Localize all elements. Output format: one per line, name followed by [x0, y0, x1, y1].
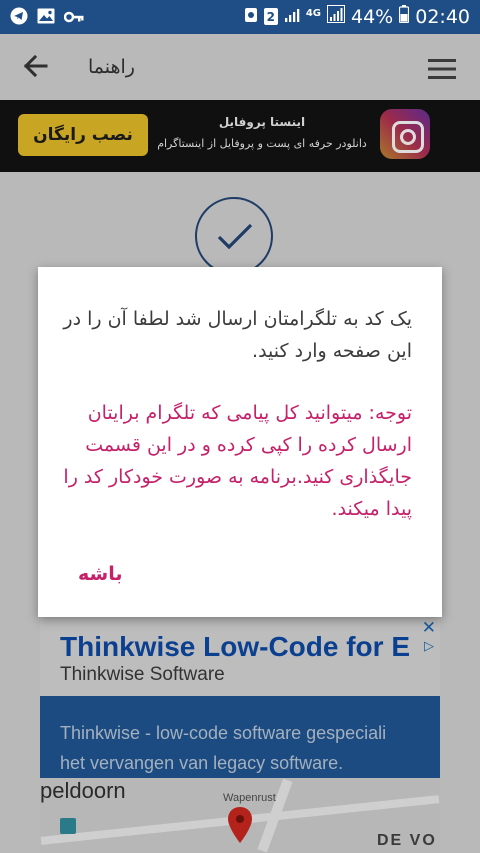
- telegram-icon: [10, 7, 28, 29]
- ad-description-line-1: Thinkwise - low-code software gespeciali: [60, 723, 387, 743]
- display-ad[interactable]: ✕ ▷ Thinkwise Low-Code for E Thinkwise S…: [40, 618, 440, 853]
- battery-percent: 44%: [351, 5, 394, 28]
- close-icon[interactable]: ✕: [422, 618, 436, 638]
- sim-icon: 2: [263, 8, 278, 25]
- ad-description[interactable]: Thinkwise - low-code software gespeciali…: [40, 696, 440, 778]
- code-sent-dialog: یک کد به تلگرامتان ارسال شد لطفا آن را د…: [38, 267, 442, 617]
- network-type: 4G: [305, 8, 321, 19]
- free-install-button[interactable]: نصب رایگان: [18, 114, 148, 156]
- map-label: DE VO: [377, 832, 437, 849]
- banner-subtitle: دانلودر حرفه ای پست و پروفایل از اینستاگ…: [157, 137, 367, 150]
- signal-icon: [284, 6, 300, 28]
- map-pin-icon: [227, 806, 253, 848]
- instagram-logo-icon: [380, 109, 430, 159]
- battery-icon: [399, 5, 410, 28]
- hamburger-icon[interactable]: [428, 58, 456, 84]
- banner-title: اینستا پروفایل: [218, 115, 306, 129]
- dialog-note: توجه: میتوانید کل پیامی که تلگرام برایتا…: [63, 402, 412, 520]
- ad-headline[interactable]: Thinkwise Low-Code for E: [60, 631, 410, 663]
- page-title: راهنما: [88, 56, 135, 78]
- map-label: peldoorn: [40, 778, 126, 803]
- ok-button[interactable]: باشه: [78, 563, 122, 585]
- ad-advertiser: Thinkwise Software: [60, 664, 225, 685]
- check-circle-icon: [195, 197, 273, 275]
- ad-map[interactable]: peldoorn Wapenrust DE VO: [40, 778, 440, 853]
- banner-text: اینستا پروفایل دانلودر حرفه ای پست و پرو…: [152, 115, 372, 150]
- promo-banner[interactable]: نصب رایگان اینستا پروفایل دانلودر حرفه ا…: [0, 100, 480, 172]
- android-icon: [244, 6, 258, 28]
- dialog-message: یک کد به تلگرامتان ارسال شد لطفا آن را د…: [63, 308, 412, 362]
- key-icon: [63, 9, 84, 28]
- ad-description-line-2: het vervangen van legacy software.: [60, 753, 344, 773]
- ad-choices-icon[interactable]: ▷: [424, 639, 434, 654]
- system-icons: 2 4G 44% 02:40: [244, 5, 470, 28]
- app-toolbar: راهنما: [0, 34, 480, 100]
- status-bar: 2 4G 44% 02:40: [0, 0, 480, 34]
- map-badge-icon: [60, 818, 76, 834]
- image-icon: [37, 8, 55, 28]
- notification-icons: [10, 7, 84, 29]
- map-label: Wapenrust: [223, 792, 276, 804]
- signal-strength-icon: [327, 5, 345, 28]
- clock: 02:40: [415, 5, 470, 28]
- arrow-left-icon[interactable]: [22, 54, 48, 82]
